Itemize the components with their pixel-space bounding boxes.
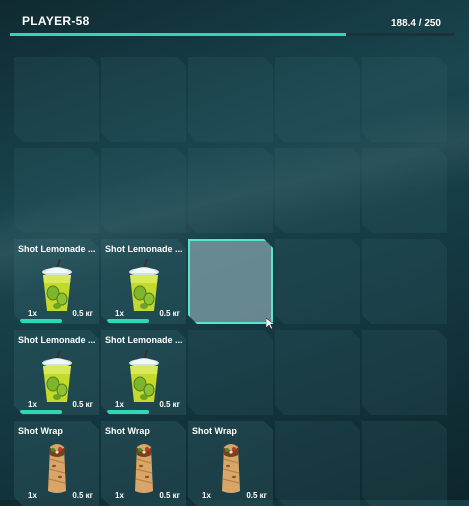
inventory-slot[interactable]: Shot Lemonade ... 1x 0.5 кг <box>101 330 186 415</box>
inventory-slot-empty[interactable] <box>362 57 447 142</box>
wrap-icon <box>210 441 252 495</box>
inventory-slot-empty[interactable] <box>362 421 447 506</box>
item-weight: 0.5 кг <box>72 491 93 500</box>
inventory-grid: Shot Lemonade ... 1x 0.5 кг Shot Lemonade … <box>14 57 447 506</box>
item-quantity: 1x <box>115 400 124 409</box>
item-quantity: 1x <box>28 400 37 409</box>
wrap-icon <box>36 441 78 495</box>
inventory-slot-empty[interactable] <box>275 239 360 324</box>
item-durability-bar <box>107 410 149 414</box>
item-durability-bar <box>20 319 62 323</box>
item-name: Shot Lemonade ... <box>105 244 183 254</box>
item-weight: 0.5 кг <box>246 491 267 500</box>
inventory-slot-empty[interactable] <box>275 421 360 506</box>
inventory-slot-empty[interactable] <box>188 148 273 233</box>
item-name: Shot Wrap <box>18 426 63 436</box>
inventory-slot-empty[interactable] <box>14 148 99 233</box>
item-quantity: 1x <box>115 309 124 318</box>
inventory-slot[interactable]: Shot Lemonade ... 1x 0.5 кг <box>14 330 99 415</box>
inventory-slot-empty[interactable] <box>362 239 447 324</box>
item-name: Shot Wrap <box>192 426 237 436</box>
inventory-slot-empty[interactable] <box>101 57 186 142</box>
weight-bar <box>10 33 455 36</box>
item-quantity: 1x <box>202 491 211 500</box>
wrap-icon <box>123 441 165 495</box>
inventory-slot-empty[interactable] <box>14 57 99 142</box>
item-name: Shot Lemonade ... <box>105 335 183 345</box>
inventory-slot[interactable]: Shot Wrap 1x 0.5 кг <box>14 421 99 506</box>
item-quantity: 1x <box>28 491 37 500</box>
mouse-cursor-icon <box>266 318 276 330</box>
inventory-slot-empty[interactable] <box>362 148 447 233</box>
item-durability-bar <box>20 410 62 414</box>
item-name: Shot Lemonade ... <box>18 335 96 345</box>
inventory-slot-hovered[interactable] <box>188 239 273 324</box>
inventory-slot-empty[interactable] <box>275 57 360 142</box>
inventory-header: PLAYER-58 188.4 / 250 <box>0 0 469 45</box>
item-weight: 0.5 кг <box>159 491 180 500</box>
lemonade-cup-icon <box>36 259 78 313</box>
inventory-slot-empty[interactable] <box>275 148 360 233</box>
inventory-slot-empty[interactable] <box>188 330 273 415</box>
carry-weight: 188.4 / 250 <box>390 18 441 29</box>
inventory-slot-empty[interactable] <box>362 330 447 415</box>
player-name: PLAYER-58 <box>22 14 90 28</box>
lemonade-cup-icon <box>123 350 165 404</box>
inventory-slot[interactable]: Shot Lemonade ... 1x 0.5 кг <box>14 239 99 324</box>
item-name: Shot Wrap <box>105 426 150 436</box>
inventory-slot[interactable]: Shot Wrap 1x 0.5 кг <box>101 421 186 506</box>
item-weight: 0.5 кг <box>72 309 93 318</box>
inventory-slot-empty[interactable] <box>101 148 186 233</box>
item-durability-bar <box>107 319 149 323</box>
item-quantity: 1x <box>115 491 124 500</box>
inventory-slot-empty[interactable] <box>275 330 360 415</box>
lemonade-cup-icon <box>36 350 78 404</box>
inventory-slot[interactable]: Shot Lemonade ... 1x 0.5 кг <box>101 239 186 324</box>
item-weight: 0.5 кг <box>159 400 180 409</box>
inventory-slot-empty[interactable] <box>188 57 273 142</box>
item-weight: 0.5 кг <box>159 309 180 318</box>
lemonade-cup-icon <box>123 259 165 313</box>
inventory-slot[interactable]: Shot Wrap 1x 0.5 кг <box>188 421 273 506</box>
weight-bar-fill <box>10 33 346 36</box>
item-quantity: 1x <box>28 309 37 318</box>
item-weight: 0.5 кг <box>72 400 93 409</box>
item-name: Shot Lemonade ... <box>18 244 96 254</box>
